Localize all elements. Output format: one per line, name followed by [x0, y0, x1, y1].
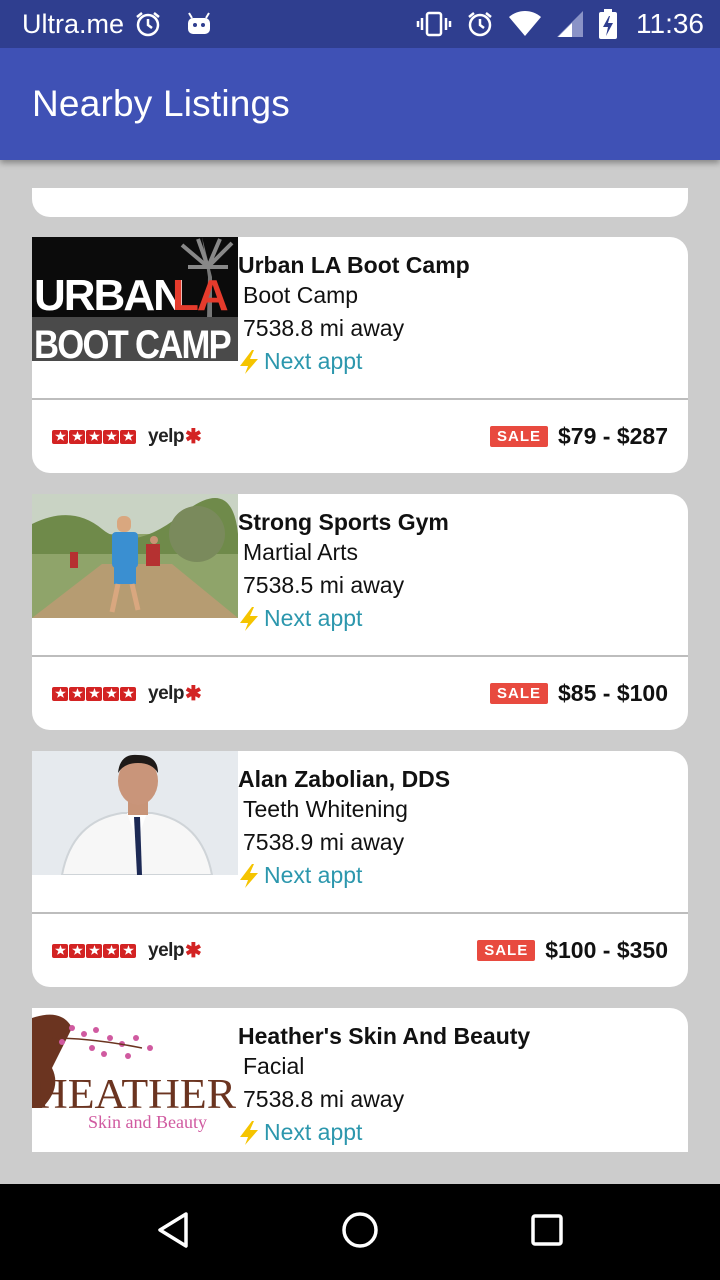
listing-distance: 7538.8 mi away [243, 1086, 405, 1112]
listing-thumbnail: HEATHER Skin and Beauty [32, 1008, 238, 1142]
listing-distance: 7538.8 mi away [243, 315, 405, 341]
alarm-icon [466, 10, 494, 38]
home-icon[interactable] [340, 1210, 380, 1255]
star-icon [69, 943, 85, 958]
star-icon [52, 943, 68, 958]
next-appt-link[interactable]: Next appt [238, 859, 678, 892]
price-range: $79 - $287 [558, 423, 668, 449]
listing-card[interactable]: Alan Zabolian, DDS Teeth Whitening 7538.… [32, 751, 688, 987]
listing-name[interactable]: Heather's Skin And Beauty [238, 1022, 678, 1050]
page-title: Nearby Listings [32, 83, 291, 124]
sale-badge: SALE [477, 940, 536, 961]
listing-thumbnail: URBAN LA BOOT CAMP [32, 237, 238, 361]
listing-category: Boot Camp [243, 282, 359, 308]
signal-icon [556, 10, 584, 38]
navigation-bar [0, 1184, 720, 1280]
yelp-wordmark: yelp [148, 682, 185, 704]
yelp-burst-icon: ✱ [185, 426, 202, 448]
yelp-burst-icon: ✱ [185, 940, 202, 962]
star-rating [52, 686, 136, 701]
yelp-wordmark: yelp [148, 425, 185, 447]
listing-distance: 7538.9 mi away [243, 829, 405, 855]
star-icon [69, 429, 85, 444]
listing-category: Facial [243, 1053, 305, 1079]
lightning-bolt-icon [240, 863, 258, 888]
carrier-name: Ultra.me [22, 8, 125, 39]
next-appt-link[interactable]: Next appt [238, 345, 678, 378]
yelp-logo: yelp ✱ [148, 424, 202, 449]
lightning-bolt-icon [240, 606, 258, 631]
next-appt-label: Next appt [264, 348, 363, 374]
star-icon [86, 429, 102, 444]
next-appt-label: Next appt [264, 862, 363, 888]
star-icon [69, 686, 85, 701]
thumb-text-urban: URBAN [34, 271, 183, 320]
star-icon [103, 686, 119, 701]
yelp-burst-icon: ✱ [185, 683, 202, 705]
status-bar: Ultra.me 11:36 [0, 0, 720, 48]
thumb-text-la: LA [172, 271, 228, 320]
recents-icon[interactable] [527, 1210, 567, 1255]
listing-category: Teeth Whitening [243, 796, 408, 822]
wifi-icon [508, 11, 542, 37]
listing-thumbnail [32, 751, 238, 875]
lightning-bolt-icon [240, 349, 258, 374]
star-icon [120, 943, 136, 958]
lightning-bolt-icon [240, 1120, 258, 1145]
listing-card[interactable]: Strong Sports Gym Martial Arts 7538.5 mi… [32, 494, 688, 730]
clock: 11:36 [636, 8, 704, 39]
listing-name[interactable]: Alan Zabolian, DDS [238, 765, 678, 793]
price-range: $85 - $100 [558, 680, 668, 706]
listing-category: Martial Arts [243, 539, 359, 565]
next-appt-link[interactable]: Next appt [238, 602, 678, 635]
yelp-logo: yelp ✱ [148, 938, 202, 963]
listing-card[interactable]: HEATHER Skin and Beauty Heather's Skin A… [32, 1008, 688, 1152]
listing-thumbnail [32, 494, 238, 618]
app-bar: Nearby Listings [0, 48, 720, 160]
price-range: $100 - $350 [545, 937, 668, 963]
sale-badge: SALE [490, 426, 549, 447]
battery-charging-icon [598, 9, 618, 39]
listing-name[interactable]: Urban LA Boot Camp [238, 251, 678, 279]
thumb-text-skin-beauty: Skin and Beauty [88, 1112, 207, 1132]
next-appt-link[interactable]: Next appt [238, 1116, 678, 1149]
listing-card-partial[interactable] [32, 188, 688, 217]
thumb-text-bootcamp: BOOT CAMP [34, 323, 231, 361]
star-icon [52, 429, 68, 444]
alarm-icon [134, 10, 162, 38]
yelp-wordmark: yelp [148, 939, 185, 961]
next-appt-label: Next appt [264, 605, 363, 631]
android-debug-icon [186, 12, 212, 36]
listing-distance: 7538.5 mi away [243, 572, 405, 598]
star-icon [120, 429, 136, 444]
sale-badge: SALE [490, 683, 549, 704]
star-icon [52, 686, 68, 701]
star-rating [52, 943, 136, 958]
listings-list[interactable]: URBAN LA BOOT CAMP Urban LA Boot Camp Bo… [0, 160, 720, 1184]
next-appt-label: Next appt [264, 1119, 363, 1145]
yelp-logo: yelp ✱ [148, 681, 202, 706]
star-icon [103, 429, 119, 444]
star-icon [120, 686, 136, 701]
listing-name[interactable]: Strong Sports Gym [238, 508, 678, 536]
star-rating [52, 429, 136, 444]
listing-card[interactable]: URBAN LA BOOT CAMP Urban LA Boot Camp Bo… [32, 237, 688, 473]
back-icon[interactable] [153, 1210, 193, 1255]
star-icon [86, 686, 102, 701]
star-icon [86, 943, 102, 958]
star-icon [103, 943, 119, 958]
vibrate-icon [416, 10, 452, 38]
